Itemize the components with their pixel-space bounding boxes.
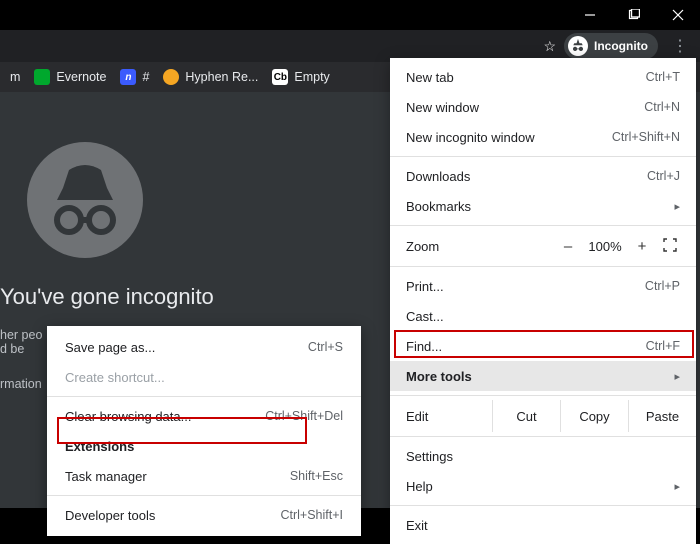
paste-button[interactable]: Paste xyxy=(628,400,696,432)
fullscreen-button[interactable] xyxy=(656,238,684,255)
cb-icon: Cb xyxy=(272,69,288,85)
zoom-in-button[interactable]: + xyxy=(628,238,656,255)
bookmark-label: m xyxy=(10,70,20,84)
menu-bookmarks[interactable]: Bookmarks xyxy=(390,191,696,221)
page-title: You've gone incognito xyxy=(0,284,214,310)
evernote-icon xyxy=(34,69,50,85)
menu-exit[interactable]: Exit xyxy=(390,510,696,540)
incognito-icon xyxy=(568,36,588,56)
menu-button[interactable]: ⋮ xyxy=(666,36,694,56)
maximize-button[interactable] xyxy=(612,0,656,30)
menu-separator xyxy=(390,266,696,267)
bookmark-item[interactable]: m xyxy=(10,70,20,84)
menu-edit-row: Edit Cut Copy Paste xyxy=(390,400,696,432)
dot-icon xyxy=(163,69,179,85)
submenu-save-page[interactable]: Save page as...Ctrl+S xyxy=(47,332,361,362)
menu-new-window[interactable]: New windowCtrl+N xyxy=(390,92,696,122)
zoom-out-button[interactable]: – xyxy=(554,238,582,255)
cut-button[interactable]: Cut xyxy=(492,400,560,432)
chrome-menu: New tabCtrl+T New windowCtrl+N New incog… xyxy=(390,58,696,544)
zoom-value: 100% xyxy=(582,239,628,254)
bookmark-item[interactable]: Evernote xyxy=(34,69,106,85)
menu-new-incognito[interactable]: New incognito windowCtrl+Shift+N xyxy=(390,122,696,152)
menu-help[interactable]: Help xyxy=(390,471,696,501)
menu-settings[interactable]: Settings xyxy=(390,441,696,471)
bookmark-item[interactable]: Hyphen Re... xyxy=(163,69,258,85)
incognito-indicator[interactable]: Incognito xyxy=(564,33,658,59)
zoom-label: Zoom xyxy=(406,239,554,254)
submenu-create-shortcut: Create shortcut... xyxy=(47,362,361,392)
menu-separator xyxy=(390,505,696,506)
menu-cast[interactable]: Cast... xyxy=(390,301,696,331)
menu-separator xyxy=(390,156,696,157)
menu-zoom: Zoom – 100% + xyxy=(390,230,696,262)
menu-separator xyxy=(390,436,696,437)
edit-label: Edit xyxy=(406,409,492,424)
more-tools-submenu: Save page as...Ctrl+S Create shortcut...… xyxy=(47,326,361,536)
bookmark-item[interactable]: n# xyxy=(120,69,149,85)
submenu-task-manager[interactable]: Task managerShift+Esc xyxy=(47,461,361,491)
minimize-button[interactable] xyxy=(568,0,612,30)
menu-find[interactable]: Find...Ctrl+F xyxy=(390,331,696,361)
menu-separator xyxy=(47,495,361,496)
incognito-label: Incognito xyxy=(594,39,648,53)
menu-new-tab[interactable]: New tabCtrl+T xyxy=(390,62,696,92)
page-text: her peod be xyxy=(0,328,42,356)
bookmark-item[interactable]: Cb Empty xyxy=(272,69,329,85)
notion-icon: n xyxy=(120,69,136,85)
submenu-clear-data[interactable]: Clear browsing data...Ctrl+Shift+Del xyxy=(47,401,361,431)
page-text: rmation xyxy=(0,377,42,391)
menu-print[interactable]: Print...Ctrl+P xyxy=(390,271,696,301)
bookmark-label: Hyphen Re... xyxy=(185,70,258,84)
menu-more-tools[interactable]: More tools xyxy=(390,361,696,391)
menu-separator xyxy=(390,395,696,396)
bookmark-label: Evernote xyxy=(56,70,106,84)
bookmark-star-icon[interactable]: ☆ xyxy=(543,38,556,55)
incognito-hero-icon xyxy=(25,140,145,260)
bookmark-label: Empty xyxy=(294,70,329,84)
copy-button[interactable]: Copy xyxy=(560,400,628,432)
submenu-extensions[interactable]: Extensions xyxy=(47,431,361,461)
submenu-developer-tools[interactable]: Developer toolsCtrl+Shift+I xyxy=(47,500,361,530)
bookmark-label: # xyxy=(142,70,149,84)
menu-separator xyxy=(390,225,696,226)
menu-downloads[interactable]: DownloadsCtrl+J xyxy=(390,161,696,191)
window-titlebar xyxy=(0,0,700,30)
close-button[interactable] xyxy=(656,0,700,30)
menu-separator xyxy=(47,396,361,397)
